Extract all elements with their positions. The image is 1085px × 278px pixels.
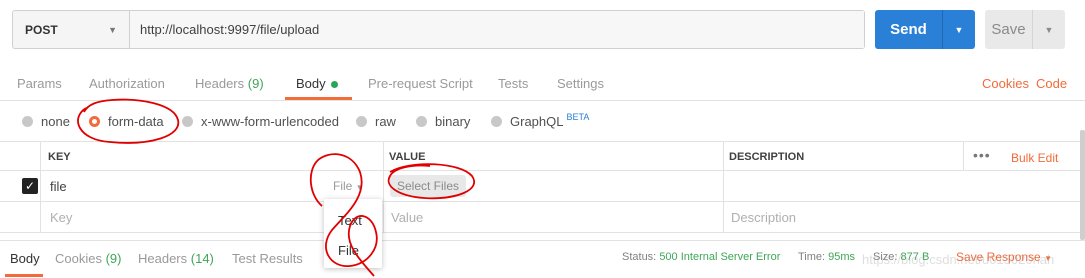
request-tabs: Params Authorization Headers (9) Body Pr…	[0, 64, 1085, 101]
cookies-link[interactable]: Cookies	[982, 76, 1029, 91]
key-cell[interactable]: file	[50, 179, 67, 194]
radio-circle-icon	[491, 116, 502, 127]
tab-headers-label: Headers	[195, 76, 245, 91]
dropdown-option-text[interactable]: Text	[338, 213, 362, 228]
response-tab-body[interactable]: Body	[10, 251, 40, 266]
radio-form-data[interactable]: form-data	[89, 114, 164, 129]
bulk-edit-link[interactable]: Bulk Edit	[1011, 151, 1058, 165]
response-headers-label: Headers	[138, 251, 188, 266]
radio-selected-icon	[89, 116, 100, 127]
row-checkbox[interactable]: ✓	[22, 178, 38, 194]
radio-urlencoded-label: x-www-form-urlencoded	[201, 114, 339, 129]
status-readout: Status: 500 Internal Server Error	[622, 251, 780, 263]
select-files-button[interactable]: Select Files	[390, 175, 466, 197]
tab-authorization[interactable]: Authorization	[89, 76, 165, 91]
response-headers-count: (14)	[190, 251, 214, 266]
method-label: POST	[25, 22, 58, 37]
description-column-header: DESCRIPTION	[729, 151, 805, 163]
method-select[interactable]: POST ▼	[13, 11, 130, 48]
save-button[interactable]: Save ▼	[985, 10, 1065, 49]
radio-graphql-label: GraphQL	[510, 114, 564, 129]
response-cookies-label: Cookies	[55, 251, 102, 266]
column-divider	[40, 141, 41, 233]
active-tab-indicator	[285, 97, 352, 100]
key-placeholder[interactable]: Key	[50, 210, 72, 225]
radio-circle-icon	[22, 116, 33, 127]
caret-down-icon: ▼	[355, 183, 364, 192]
save-label: Save	[985, 10, 1033, 49]
radio-none-label: none	[41, 114, 70, 129]
radio-binary-label: binary	[435, 114, 471, 129]
column-divider	[723, 141, 724, 233]
table-row: ✓ file File ▼ Select Files	[0, 171, 1085, 202]
time-value: 95ms	[828, 251, 856, 263]
type-dropdown-menu: Text File	[324, 199, 382, 268]
beta-badge: BETA	[566, 111, 590, 122]
radio-circle-icon	[356, 116, 367, 127]
type-select-label: File	[333, 179, 353, 193]
send-label: Send	[875, 10, 943, 49]
time-readout: Time: 95ms	[798, 251, 855, 263]
radio-form-data-label: form-data	[108, 114, 164, 129]
headers-count: (9)	[247, 76, 264, 91]
key-column-header: KEY	[48, 151, 71, 163]
radio-raw-label: raw	[375, 114, 396, 129]
response-cookies-count: (9)	[105, 251, 122, 266]
time-label: Time:	[798, 251, 826, 263]
table-header: KEY VALUE DESCRIPTION ••• Bulk Edit	[0, 141, 1085, 171]
status-label: Status:	[622, 251, 657, 263]
radio-raw[interactable]: raw	[356, 114, 396, 129]
body-active-dot-icon	[330, 81, 338, 89]
radio-circle-icon	[416, 116, 427, 127]
value-placeholder[interactable]: Value	[391, 210, 423, 225]
vertical-scrollbar[interactable]	[1080, 130, 1085, 240]
save-options-chevron-icon[interactable]: ▼	[1033, 10, 1065, 49]
radio-circle-icon	[182, 116, 193, 127]
send-button[interactable]: Send ▼	[875, 10, 975, 49]
radio-binary[interactable]: binary	[416, 114, 470, 129]
value-column-header: VALUE	[389, 151, 426, 163]
url-input[interactable]: http://localhost:9997/file/upload	[130, 11, 864, 48]
response-tab-test-results[interactable]: Test Results	[232, 251, 303, 266]
tab-body[interactable]: Body	[296, 76, 338, 91]
chevron-down-icon: ▼	[108, 24, 117, 35]
code-link[interactable]: Code	[1036, 76, 1067, 91]
watermark: https://blog.csdn.net/u013020nah	[862, 252, 1055, 267]
send-options-chevron-icon[interactable]: ▼	[943, 10, 975, 49]
radio-urlencoded[interactable]: x-www-form-urlencoded	[182, 114, 339, 129]
status-value: 500 Internal Server Error	[659, 251, 781, 263]
tab-params[interactable]: Params	[17, 76, 62, 91]
response-tab-headers[interactable]: Headers (14)	[138, 251, 214, 266]
tab-tests[interactable]: Tests	[498, 76, 528, 91]
radio-graphql[interactable]: GraphQL BETA	[491, 111, 590, 129]
column-divider	[383, 141, 384, 233]
request-bar: POST ▼ http://localhost:9997/file/upload	[12, 10, 865, 49]
description-placeholder[interactable]: Description	[731, 210, 796, 225]
tab-headers[interactable]: Headers (9)	[195, 76, 264, 91]
type-select[interactable]: File ▼	[333, 179, 364, 193]
more-options-icon[interactable]: •••	[973, 147, 991, 163]
tab-settings[interactable]: Settings	[557, 76, 604, 91]
radio-none[interactable]: none	[22, 114, 70, 129]
table-row-empty: Key Value Description	[0, 202, 1085, 233]
tab-prerequest-script[interactable]: Pre-request Script	[368, 76, 473, 91]
dropdown-option-file[interactable]: File	[338, 243, 359, 258]
column-divider	[963, 141, 964, 171]
body-type-radios: none form-data x-www-form-urlencoded raw…	[0, 104, 1085, 140]
response-tab-cookies[interactable]: Cookies (9)	[55, 251, 121, 266]
tab-body-label: Body	[296, 76, 326, 91]
active-response-tab-indicator	[5, 274, 43, 277]
